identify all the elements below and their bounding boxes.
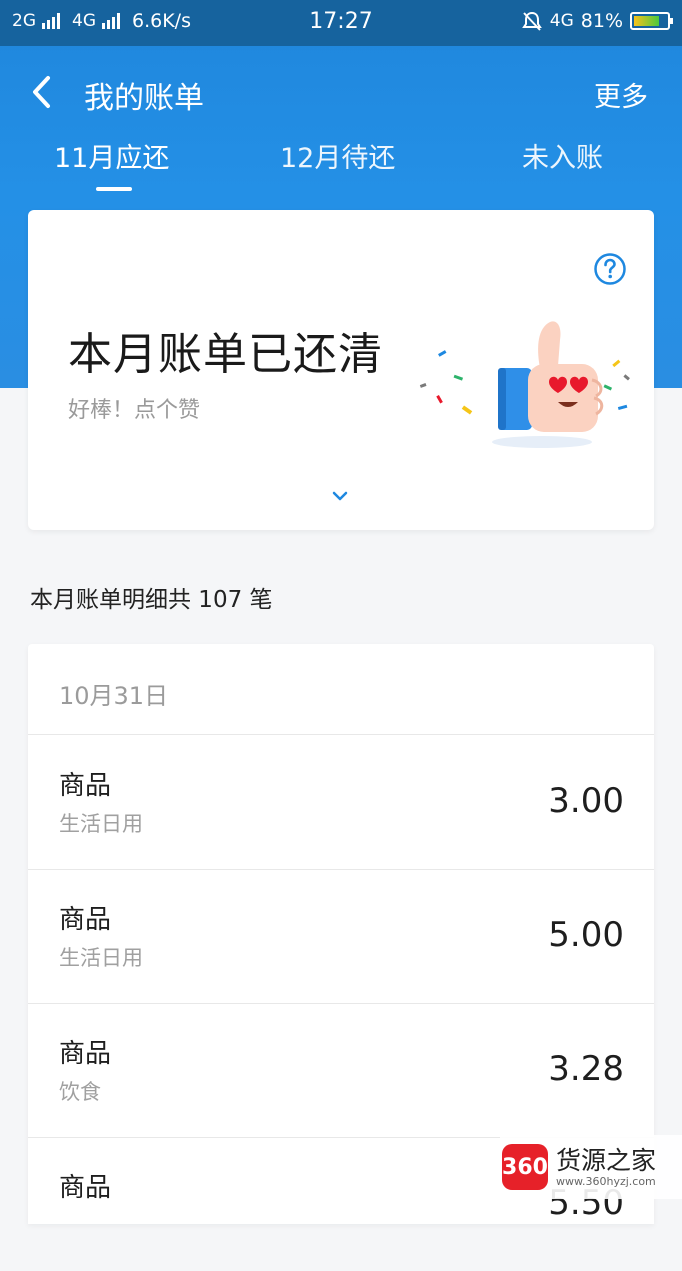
bill-item-name: 商品 [59,1039,112,1069]
help-button[interactable] [593,252,627,286]
bill-item-name: 商品 [59,1173,112,1203]
thumbs-up-icon [419,321,630,448]
watermark-url: www.360hyzj.com [556,1174,656,1188]
network-type-label: 4G [549,11,574,31]
battery-icon [630,12,673,30]
bill-item-name: 商品 [59,905,112,935]
bill-item-name: 商品 [59,771,112,801]
bill-row[interactable]: 商品 饮食 3.28 [28,1003,654,1138]
active-tab-indicator [96,187,132,191]
bill-status-title: 本月账单已还清 [68,329,383,380]
tab-bar: 11月应还 12月待还 未入账 [0,132,682,192]
bill-item-amount: 3.00 [548,781,624,821]
watermark-name: 货源之家 [556,1145,657,1175]
bill-count-summary: 本月账单明细共 107 笔 [30,587,273,613]
tab-december-pending[interactable]: 12月待还 [280,136,395,175]
bill-status-subtitle: 好棒！点个赞 [68,398,201,423]
watermark-logo: 360 [502,1144,548,1190]
bill-item-category: 生活日用 [59,946,143,970]
date-header: 10月31日 [28,644,654,735]
bill-row[interactable]: 商品 生活日用 5.00 [28,869,654,1004]
date-label: 10月31日 [59,682,169,710]
tab-unposted[interactable]: 未入账 [522,136,603,175]
bill-item-amount: 3.28 [548,1049,624,1089]
battery-percent: 81% [580,10,623,32]
page-title: 我的账单 [84,81,204,116]
bill-item-category: 生活日用 [59,812,143,836]
navigation-bar: 我的账单 更多 [0,46,682,138]
chevron-left-icon [33,76,50,108]
more-button[interactable]: 更多 [594,75,648,114]
chevron-down-icon [332,491,348,501]
back-button[interactable] [26,72,60,112]
bill-status-card: 本月账单已还清 好棒！点个赞 [28,210,654,530]
bill-row[interactable]: 商品 生活日用 3.00 [28,735,654,870]
bill-item-category: 饮食 [59,1080,101,1104]
status-bar: 2G 4G 6.6K/s 17:27 4G 81% [0,0,682,46]
watermark: 360 货源之家 www.360hyzj.com [500,1135,682,1199]
bill-item-amount: 5.00 [548,915,624,955]
expand-button[interactable] [330,488,350,502]
tab-november-due[interactable]: 11月应还 [54,136,169,175]
question-circle-icon [594,253,626,285]
alarm-off-icon [521,11,542,31]
